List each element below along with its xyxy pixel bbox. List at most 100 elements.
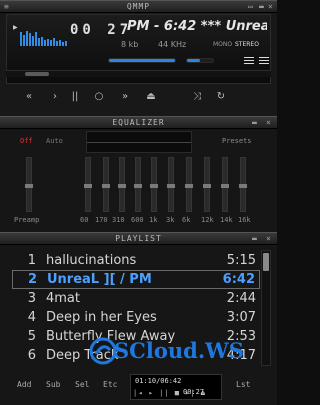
track-number: 1 [27, 253, 36, 268]
visualizer-bar [32, 36, 34, 46]
visualizer-bar [62, 42, 64, 46]
playlist-title: PLAYLIST [115, 234, 162, 243]
eq-band-slider-1k-knob[interactable] [150, 184, 158, 188]
previous-button[interactable]: « [18, 88, 40, 106]
eq-band-label: 16k [238, 216, 251, 224]
minimize-icon[interactable]: ▭ [248, 1, 253, 13]
main-player-window: ≡ QMMP ▭ ▬ × ▶ 00 27 PM - 6:42 *** Unrea… [0, 0, 277, 116]
balance-fill [187, 59, 200, 62]
eq-preamp-slider[interactable] [25, 157, 33, 212]
eq-curve-graph [86, 131, 192, 153]
stop-button[interactable]: ○ [88, 88, 110, 106]
eq-band-slider-3k-knob[interactable] [167, 184, 175, 188]
eq-band-label: 310 [112, 216, 125, 224]
pause-button[interactable]: || [64, 88, 86, 106]
visualizer-bar [38, 38, 40, 46]
shade-icon[interactable]: ▬ [259, 1, 264, 13]
eq-band-slider-3k[interactable] [167, 157, 175, 212]
eq-band-slider-600-knob[interactable] [134, 184, 142, 188]
eq-band-slider-14k-knob[interactable] [221, 184, 229, 188]
eq-band-slider-60[interactable] [84, 157, 92, 212]
eq-band-slider-170[interactable] [102, 157, 110, 212]
track-name: Deep in her Eyes [46, 310, 157, 325]
playlist-row[interactable]: 5 Butterfly Flew Away 2:53 [12, 327, 260, 346]
mini-time-display: 01:10/06:42 [135, 377, 182, 385]
play-state-icon: ▶ [13, 24, 18, 31]
eq-shade-icon[interactable]: ▬ [252, 117, 257, 129]
time-display[interactable]: 00 27 [70, 22, 132, 38]
eq-band-slider-12k-knob[interactable] [203, 184, 211, 188]
volume-slider[interactable] [108, 58, 176, 63]
eq-band-slider-16k[interactable] [239, 157, 247, 212]
playlist-list[interactable]: 1 hallucinations 5:15 2 UnreaL ][ / PM 6:42 3 4… [12, 250, 260, 366]
eq-band-slider-600[interactable] [134, 157, 142, 212]
track-number: 5 [27, 329, 36, 344]
main-titlebar[interactable]: ≡ QMMP ▭ ▬ × [0, 0, 277, 13]
eq-band-slider-14k[interactable] [221, 157, 229, 212]
playlist-row[interactable]: 2 UnreaL ][ / PM 6:42 [12, 270, 260, 289]
track-number: 2 [27, 272, 37, 287]
track-name: hallucinations [46, 253, 137, 268]
playlist-titlebar[interactable]: PLAYLIST ▬ × [0, 232, 277, 245]
visualizer-bar [23, 35, 25, 46]
pl-shade-icon[interactable]: ▬ [252, 233, 257, 245]
equalizer-toggle-icon[interactable] [244, 56, 254, 65]
eq-band-slider-310-knob[interactable] [118, 184, 126, 188]
eq-band-slider-12k[interactable] [203, 157, 211, 212]
seek-bar[interactable] [6, 70, 271, 77]
track-duration: 6:42 [222, 272, 255, 287]
eq-preamp-slider-knob[interactable] [25, 184, 33, 188]
playlist-row[interactable]: 3 4mat 2:44 [12, 289, 260, 308]
eq-presets-button[interactable]: Presets [222, 137, 252, 145]
play-button[interactable]: › [44, 88, 66, 106]
playlist-row[interactable]: 4 Deep in her Eyes 3:07 [12, 308, 260, 327]
visualizer-bar [53, 38, 55, 46]
playlist-row[interactable]: 1 hallucinations 5:15 [12, 251, 260, 270]
eq-band-slider-1k[interactable] [150, 157, 158, 212]
balance-slider[interactable] [186, 58, 214, 63]
track-name: Butterfly Flew Away [46, 329, 176, 344]
shuffle-button[interactable]: ⤨ [186, 88, 208, 106]
playlist-toggle-icon[interactable] [259, 56, 269, 65]
list-button[interactable]: Lst [236, 380, 250, 389]
playlist-scroll-thumb[interactable] [263, 253, 269, 271]
eq-band-label: 60 [80, 216, 89, 224]
seek-thumb[interactable] [24, 72, 49, 76]
eq-band-slider-6k-knob[interactable] [185, 184, 193, 188]
eject-button[interactable]: ⏏ [140, 88, 162, 106]
eq-band-slider-60-knob[interactable] [84, 184, 92, 188]
eq-band-slider-16k-knob[interactable] [239, 184, 247, 188]
track-duration: 3:07 [226, 310, 256, 325]
track-name: UnreaL ][ / PM [47, 272, 152, 287]
eq-band-label: 170 [95, 216, 108, 224]
equalizer-titlebar[interactable]: EQUALIZER ▬ × [0, 116, 277, 129]
eq-band-slider-170-knob[interactable] [102, 184, 110, 188]
track-number: 6 [27, 348, 36, 363]
stereo-indicator: STEREO [235, 41, 259, 48]
eq-band-slider-310[interactable] [118, 157, 126, 212]
track-duration: 4:17 [226, 348, 256, 363]
visualizer-bar [59, 40, 61, 46]
pl-close-icon[interactable]: × [266, 233, 271, 245]
main-title: QMMP [126, 2, 151, 11]
sub-button[interactable]: Sub [46, 380, 60, 389]
visualizer-bar [29, 33, 31, 46]
eq-auto-button[interactable]: Auto [46, 137, 63, 145]
eq-off-button[interactable]: Off [20, 137, 33, 145]
volume-fill [109, 59, 175, 62]
spectrum-visualizer[interactable] [20, 30, 68, 46]
eq-close-icon[interactable]: × [266, 117, 271, 129]
etc-button[interactable]: Etc [103, 380, 117, 389]
add-button[interactable]: Add [17, 380, 31, 389]
sel-button[interactable]: Sel [75, 380, 89, 389]
repeat-button[interactable]: ↻ [210, 88, 232, 106]
equalizer-title: EQUALIZER [112, 118, 165, 127]
next-button[interactable]: » [114, 88, 136, 106]
eq-band-slider-6k[interactable] [185, 157, 193, 212]
playlist-scrollbar[interactable] [261, 250, 271, 366]
transport-controls: « › || ○ » ⏏ ⤨ ↻ [6, 84, 271, 110]
playlist-row[interactable]: 6 Deep Track 4:17 [12, 346, 260, 365]
track-name: Deep Track [46, 348, 119, 363]
visualizer-bar [47, 39, 49, 46]
close-icon[interactable]: × [268, 1, 273, 13]
